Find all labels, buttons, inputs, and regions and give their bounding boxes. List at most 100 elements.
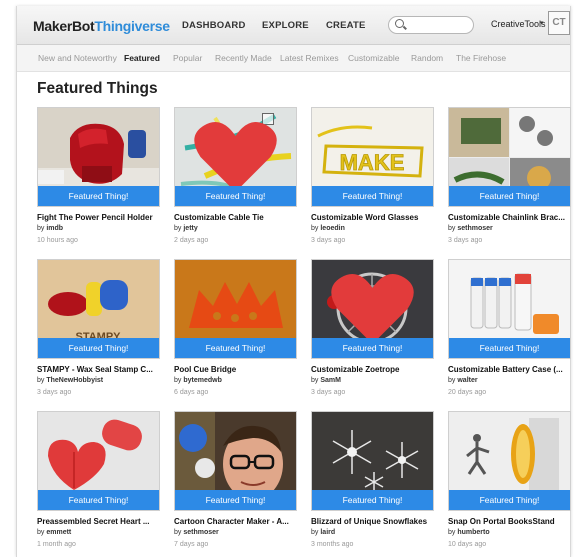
- chevron-down-icon[interactable]: ▾: [540, 19, 544, 27]
- nav-explore[interactable]: EXPLORE: [262, 20, 309, 31]
- thing-thumbnail[interactable]: STAMPY Featured Thing!: [37, 259, 160, 359]
- thing-thumbnail[interactable]: Featured Thing!: [174, 411, 297, 511]
- thing-timestamp: 10 days ago: [448, 541, 487, 548]
- by-label: by: [311, 225, 319, 232]
- author-link[interactable]: laird: [320, 529, 335, 536]
- featured-banner: Featured Thing!: [175, 186, 296, 206]
- by-label: by: [448, 529, 456, 536]
- author-link[interactable]: imdb: [46, 225, 63, 232]
- thing-author: by walter: [448, 377, 478, 384]
- featured-banner: Featured Thing!: [449, 186, 570, 206]
- browser-page: MakerBotThingiverse DASHBOARD EXPLORE CR…: [16, 6, 571, 557]
- featured-banner: Featured Thing!: [38, 490, 159, 510]
- thing-author: by bytemedwb: [174, 377, 222, 384]
- thing-thumbnail[interactable]: Featured Thing!: [448, 411, 571, 511]
- featured-banner: Featured Thing!: [449, 490, 570, 510]
- subnav-customizable[interactable]: Customizable: [348, 53, 400, 63]
- thing-timestamp: 3 days ago: [448, 237, 483, 244]
- avatar[interactable]: CT: [548, 11, 570, 35]
- author-link[interactable]: emmett: [46, 529, 71, 536]
- thing-thumbnail[interactable]: Featured Thing!: [448, 259, 571, 359]
- by-label: by: [174, 377, 182, 384]
- thing-thumbnail[interactable]: MAKE Featured Thing!: [311, 107, 434, 207]
- thing-timestamp: 1 month ago: [37, 541, 76, 548]
- thing-title[interactable]: Fight The Power Pencil Holder: [37, 213, 167, 222]
- explore-subnav: New and Noteworthy Featured Popular Rece…: [17, 45, 570, 72]
- thing-author: by laird: [311, 529, 335, 536]
- author-link[interactable]: sethmoser: [183, 529, 218, 536]
- thing-author: by sethmoser: [448, 225, 493, 232]
- user-menu[interactable]: CreativeTools: [491, 19, 546, 29]
- thing-title[interactable]: Cartoon Character Maker - A...: [174, 517, 304, 526]
- thing-timestamp: 2 days ago: [174, 237, 209, 244]
- featured-banner: Featured Thing!: [175, 338, 296, 358]
- by-label: by: [37, 225, 45, 232]
- subnav-popular[interactable]: Popular: [173, 53, 202, 63]
- by-label: by: [174, 529, 182, 536]
- thing-timestamp: 3 days ago: [37, 389, 72, 396]
- search-input[interactable]: [388, 16, 474, 34]
- subnav-new-and-noteworthy[interactable]: New and Noteworthy: [38, 53, 117, 63]
- thing-title[interactable]: Preassembled Secret Heart ...: [37, 517, 167, 526]
- nav-dashboard[interactable]: DASHBOARD: [182, 20, 246, 31]
- thing-timestamp: 6 days ago: [174, 389, 209, 396]
- thing-thumbnail[interactable]: Featured Thing!: [174, 259, 297, 359]
- author-link[interactable]: SamM: [320, 377, 341, 384]
- thing-title[interactable]: Customizable Chainlink Brac...: [448, 213, 578, 222]
- thing-thumbnail[interactable]: Featured Thing!: [174, 107, 297, 207]
- site-logo[interactable]: MakerBotThingiverse: [33, 18, 170, 34]
- page-title: Featured Things: [37, 80, 158, 97]
- author-link[interactable]: leoedin: [320, 225, 345, 232]
- by-label: by: [448, 225, 456, 232]
- author-link[interactable]: walter: [457, 377, 477, 384]
- by-label: by: [37, 529, 45, 536]
- thing-timestamp: 10 hours ago: [37, 237, 78, 244]
- thing-author: by leoedin: [311, 225, 345, 232]
- thing-timestamp: 20 days ago: [448, 389, 487, 396]
- featured-banner: Featured Thing!: [449, 338, 570, 358]
- thing-thumbnail[interactable]: Featured Thing!: [37, 107, 160, 207]
- thing-thumbnail[interactable]: Featured Thing!: [311, 259, 434, 359]
- thing-timestamp: 3 days ago: [311, 389, 346, 396]
- thing-timestamp: 3 days ago: [311, 237, 346, 244]
- thing-title[interactable]: Pool Cue Bridge: [174, 365, 304, 374]
- thing-title[interactable]: STAMPY - Wax Seal Stamp C...: [37, 365, 167, 374]
- author-link[interactable]: bytemedwb: [183, 377, 222, 384]
- thing-title[interactable]: Blizzard of Unique Snowflakes: [311, 517, 441, 526]
- thing-title[interactable]: Customizable Battery Case (...: [448, 365, 578, 374]
- featured-banner: Featured Thing!: [312, 338, 433, 358]
- author-link[interactable]: jetty: [183, 225, 197, 232]
- subnav-recently-made[interactable]: Recently Made: [215, 53, 272, 63]
- top-header: MakerBotThingiverse DASHBOARD EXPLORE CR…: [17, 6, 570, 45]
- thing-thumbnail[interactable]: Featured Thing!: [37, 411, 160, 511]
- thing-timestamp: 3 months ago: [311, 541, 354, 548]
- featured-banner: Featured Thing!: [38, 338, 159, 358]
- thing-timestamp: 7 days ago: [174, 541, 209, 548]
- by-label: by: [448, 377, 456, 384]
- author-link[interactable]: humberto: [457, 529, 489, 536]
- thing-author: by SamM: [311, 377, 341, 384]
- thing-thumbnail[interactable]: Featured Thing!: [448, 107, 571, 207]
- thing-title[interactable]: Customizable Word Glasses: [311, 213, 441, 222]
- nav-create[interactable]: CREATE: [326, 20, 366, 31]
- subnav-random[interactable]: Random: [411, 53, 443, 63]
- glasses-word-text: MAKE: [340, 150, 405, 175]
- by-label: by: [311, 529, 319, 536]
- thing-thumbnail[interactable]: Featured Thing!: [311, 411, 434, 511]
- thing-title[interactable]: Snap On Portal BooksStand: [448, 517, 578, 526]
- featured-banner: Featured Thing!: [312, 490, 433, 510]
- logo-thingiverse: Thingiverse: [94, 18, 170, 34]
- author-link[interactable]: sethmoser: [457, 225, 492, 232]
- featured-banner: Featured Thing!: [38, 186, 159, 206]
- thing-title[interactable]: Customizable Cable Tie: [174, 213, 304, 222]
- featured-banner: Featured Thing!: [312, 186, 433, 206]
- thing-author: by sethmoser: [174, 529, 219, 536]
- thing-author: by jetty: [174, 225, 198, 232]
- thing-author: by imdb: [37, 225, 63, 232]
- subnav-the-firehose[interactable]: The Firehose: [456, 53, 506, 63]
- thing-title[interactable]: Customizable Zoetrope: [311, 365, 441, 374]
- author-link[interactable]: TheNewHobbyist: [46, 377, 103, 384]
- subnav-latest-remixes[interactable]: Latest Remixes: [280, 53, 339, 63]
- logo-makerbot: MakerBot: [33, 18, 95, 34]
- subnav-featured[interactable]: Featured: [124, 53, 160, 63]
